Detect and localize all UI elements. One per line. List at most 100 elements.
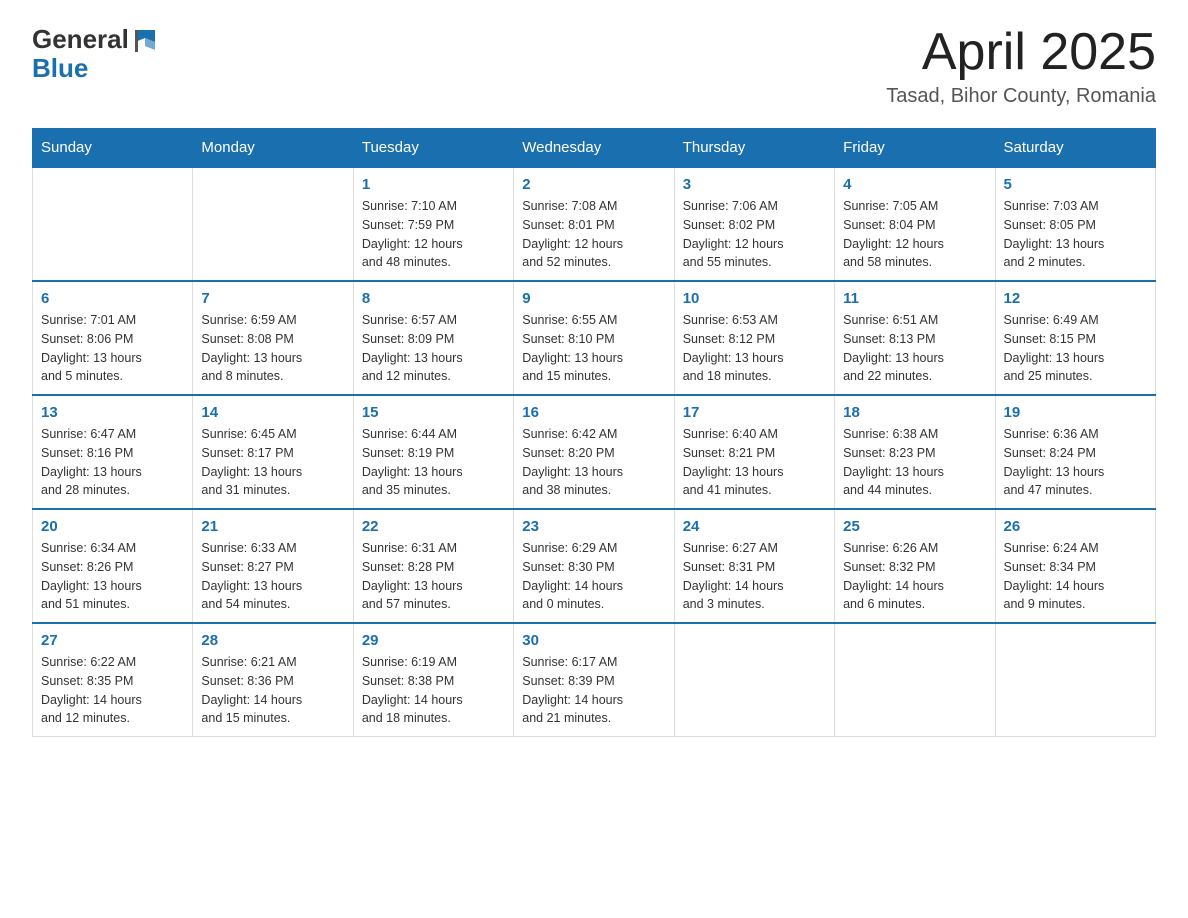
- logo-flag-icon: [131, 26, 159, 54]
- day-number: 3: [683, 176, 826, 193]
- calendar-cell: [193, 167, 353, 281]
- calendar-cell: 1 Sunrise: 7:10 AM Sunset: 7:59 PM Daylig…: [353, 167, 513, 281]
- calendar-cell: 30Sunrise: 6:17 AM Sunset: 8:39 PM Dayli…: [514, 623, 674, 737]
- calendar-cell: 24Sunrise: 6:27 AM Sunset: 8:31 PM Dayli…: [674, 509, 834, 623]
- day-info: Sunrise: 6:38 AM Sunset: 8:23 PM Dayligh…: [843, 425, 986, 500]
- day-info: Sunrise: 6:49 AM Sunset: 8:15 PM Dayligh…: [1004, 311, 1147, 386]
- calendar-header-friday: Friday: [835, 129, 995, 168]
- calendar-cell: [674, 623, 834, 737]
- calendar-cell: [835, 623, 995, 737]
- day-info: Sunrise: 6:42 AM Sunset: 8:20 PM Dayligh…: [522, 425, 665, 500]
- calendar-cell: 19 Sunrise: 6:36 AM Sunset: 8:24 PM Dayli…: [995, 395, 1155, 509]
- calendar-cell: 16 Sunrise: 6:42 AM Sunset: 8:20 PM Dayli…: [514, 395, 674, 509]
- day-number: 6: [41, 290, 184, 307]
- day-info: Sunrise: 6:31 AM Sunset: 8:28 PM Dayligh…: [362, 539, 505, 614]
- calendar-cell: 27Sunrise: 6:22 AM Sunset: 8:35 PM Dayli…: [33, 623, 193, 737]
- calendar-cell: 23 Sunrise: 6:29 AM Sunset: 8:30 PM Dayli…: [514, 509, 674, 623]
- day-number: 19: [1004, 404, 1147, 421]
- calendar-cell: 25Sunrise: 6:26 AM Sunset: 8:32 PM Dayli…: [835, 509, 995, 623]
- calendar-cell: 9 Sunrise: 6:55 AM Sunset: 8:10 PM Daylig…: [514, 281, 674, 395]
- day-info: Sunrise: 6:29 AM Sunset: 8:30 PM Dayligh…: [522, 539, 665, 614]
- day-info: Sunrise: 6:27 AM Sunset: 8:31 PM Dayligh…: [683, 539, 826, 614]
- day-info: Sunrise: 7:10 AM Sunset: 7:59 PM Dayligh…: [362, 197, 505, 272]
- calendar-header-saturday: Saturday: [995, 129, 1155, 168]
- logo-line1: General: [32, 24, 159, 55]
- day-number: 2: [522, 176, 665, 193]
- day-number: 9: [522, 290, 665, 307]
- day-info: Sunrise: 6:19 AM Sunset: 8:38 PM Dayligh…: [362, 653, 505, 728]
- day-number: 13: [41, 404, 184, 421]
- day-info: Sunrise: 6:44 AM Sunset: 8:19 PM Dayligh…: [362, 425, 505, 500]
- calendar-cell: 12Sunrise: 6:49 AM Sunset: 8:15 PM Dayli…: [995, 281, 1155, 395]
- day-number: 7: [201, 290, 344, 307]
- day-number: 22: [362, 518, 505, 535]
- day-number: 26: [1004, 518, 1147, 535]
- day-number: 16: [522, 404, 665, 421]
- day-number: 28: [201, 632, 344, 649]
- day-number: 1: [362, 176, 505, 193]
- calendar-cell: 22 Sunrise: 6:31 AM Sunset: 8:28 PM Dayli…: [353, 509, 513, 623]
- calendar-cell: 26 Sunrise: 6:24 AM Sunset: 8:34 PM Dayli…: [995, 509, 1155, 623]
- calendar-cell: 14Sunrise: 6:45 AM Sunset: 8:17 PM Dayli…: [193, 395, 353, 509]
- week-row-2: 6 Sunrise: 7:01 AM Sunset: 8:06 PM Daylig…: [33, 281, 1156, 395]
- day-info: Sunrise: 6:45 AM Sunset: 8:17 PM Dayligh…: [201, 425, 344, 500]
- calendar-table: SundayMondayTuesdayWednesdayThursdayFrid…: [32, 128, 1156, 737]
- day-info: Sunrise: 6:34 AM Sunset: 8:26 PM Dayligh…: [41, 539, 184, 614]
- week-row-5: 27Sunrise: 6:22 AM Sunset: 8:35 PM Dayli…: [33, 623, 1156, 737]
- day-info: Sunrise: 6:22 AM Sunset: 8:35 PM Dayligh…: [41, 653, 184, 728]
- location-title: Tasad, Bihor County, Romania: [886, 85, 1156, 108]
- calendar-cell: 17 Sunrise: 6:40 AM Sunset: 8:21 PM Dayli…: [674, 395, 834, 509]
- calendar-cell: [33, 167, 193, 281]
- day-info: Sunrise: 6:36 AM Sunset: 8:24 PM Dayligh…: [1004, 425, 1147, 500]
- day-number: 10: [683, 290, 826, 307]
- calendar-cell: [995, 623, 1155, 737]
- calendar-cell: 2 Sunrise: 7:08 AM Sunset: 8:01 PM Daylig…: [514, 167, 674, 281]
- calendar-cell: 28 Sunrise: 6:21 AM Sunset: 8:36 PM Dayli…: [193, 623, 353, 737]
- day-info: Sunrise: 6:33 AM Sunset: 8:27 PM Dayligh…: [201, 539, 344, 614]
- day-info: Sunrise: 7:06 AM Sunset: 8:02 PM Dayligh…: [683, 197, 826, 272]
- calendar-cell: 7Sunrise: 6:59 AM Sunset: 8:08 PM Daylig…: [193, 281, 353, 395]
- day-info: Sunrise: 6:40 AM Sunset: 8:21 PM Dayligh…: [683, 425, 826, 500]
- calendar-cell: 11Sunrise: 6:51 AM Sunset: 8:13 PM Dayli…: [835, 281, 995, 395]
- title-block: April 2025 Tasad, Bihor County, Romania: [886, 24, 1156, 108]
- calendar-header-monday: Monday: [193, 129, 353, 168]
- calendar-cell: 20 Sunrise: 6:34 AM Sunset: 8:26 PM Dayli…: [33, 509, 193, 623]
- day-number: 17: [683, 404, 826, 421]
- day-number: 15: [362, 404, 505, 421]
- day-number: 23: [522, 518, 665, 535]
- calendar-cell: 13 Sunrise: 6:47 AM Sunset: 8:16 PM Dayli…: [33, 395, 193, 509]
- day-info: Sunrise: 6:21 AM Sunset: 8:36 PM Dayligh…: [201, 653, 344, 728]
- day-info: Sunrise: 7:08 AM Sunset: 8:01 PM Dayligh…: [522, 197, 665, 272]
- day-number: 25: [843, 518, 986, 535]
- calendar-cell: 3 Sunrise: 7:06 AM Sunset: 8:02 PM Daylig…: [674, 167, 834, 281]
- calendar-cell: 5Sunrise: 7:03 AM Sunset: 8:05 PM Daylig…: [995, 167, 1155, 281]
- day-info: Sunrise: 6:51 AM Sunset: 8:13 PM Dayligh…: [843, 311, 986, 386]
- calendar-cell: 21 Sunrise: 6:33 AM Sunset: 8:27 PM Dayli…: [193, 509, 353, 623]
- week-row-4: 20 Sunrise: 6:34 AM Sunset: 8:26 PM Dayli…: [33, 509, 1156, 623]
- month-title: April 2025: [886, 24, 1156, 81]
- calendar-cell: 18 Sunrise: 6:38 AM Sunset: 8:23 PM Dayli…: [835, 395, 995, 509]
- day-number: 5: [1004, 176, 1147, 193]
- calendar-header-wednesday: Wednesday: [514, 129, 674, 168]
- day-number: 20: [41, 518, 184, 535]
- calendar-cell: 6 Sunrise: 7:01 AM Sunset: 8:06 PM Daylig…: [33, 281, 193, 395]
- day-number: 21: [201, 518, 344, 535]
- calendar-header-sunday: Sunday: [33, 129, 193, 168]
- week-row-1: 1 Sunrise: 7:10 AM Sunset: 7:59 PM Daylig…: [33, 167, 1156, 281]
- calendar-cell: 4 Sunrise: 7:05 AM Sunset: 8:04 PM Daylig…: [835, 167, 995, 281]
- calendar-header-tuesday: Tuesday: [353, 129, 513, 168]
- day-number: 4: [843, 176, 986, 193]
- day-info: Sunrise: 6:47 AM Sunset: 8:16 PM Dayligh…: [41, 425, 184, 500]
- logo-general-text: General: [32, 24, 129, 55]
- day-info: Sunrise: 6:17 AM Sunset: 8:39 PM Dayligh…: [522, 653, 665, 728]
- day-info: Sunrise: 6:53 AM Sunset: 8:12 PM Dayligh…: [683, 311, 826, 386]
- day-info: Sunrise: 7:05 AM Sunset: 8:04 PM Dayligh…: [843, 197, 986, 272]
- day-info: Sunrise: 6:55 AM Sunset: 8:10 PM Dayligh…: [522, 311, 665, 386]
- day-number: 8: [362, 290, 505, 307]
- logo: General Blue: [32, 24, 159, 81]
- week-row-3: 13 Sunrise: 6:47 AM Sunset: 8:16 PM Dayli…: [33, 395, 1156, 509]
- day-number: 18: [843, 404, 986, 421]
- day-info: Sunrise: 7:01 AM Sunset: 8:06 PM Dayligh…: [41, 311, 184, 386]
- day-info: Sunrise: 6:24 AM Sunset: 8:34 PM Dayligh…: [1004, 539, 1147, 614]
- calendar-header-thursday: Thursday: [674, 129, 834, 168]
